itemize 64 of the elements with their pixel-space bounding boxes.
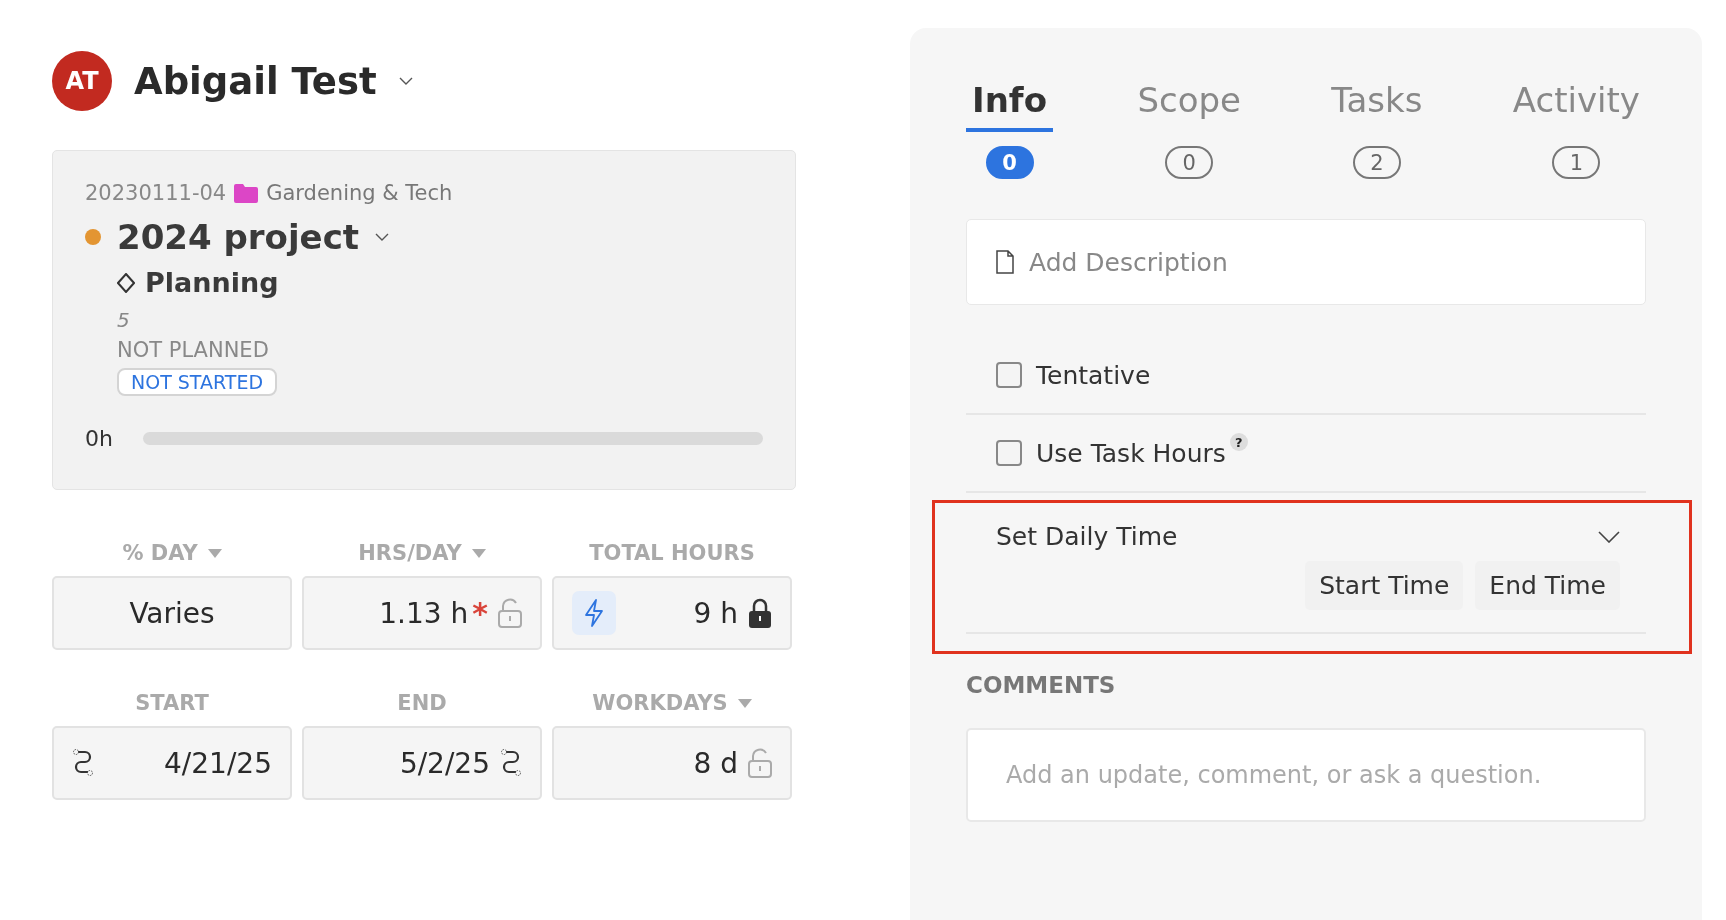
- field-value: 5/2/25: [398, 746, 490, 780]
- field-value: 4/21/25: [163, 746, 272, 780]
- comment-field[interactable]: Add an update, comment, or ask a question.: [966, 728, 1646, 822]
- value-field[interactable]: 1.13 h*: [302, 576, 542, 650]
- unlocked-padlock-icon[interactable]: [748, 748, 772, 778]
- link-icon[interactable]: [72, 748, 94, 778]
- daily-time-label[interactable]: Set Daily Time: [996, 522, 1178, 551]
- diamond-icon: [117, 272, 135, 293]
- count-badge: 2: [1352, 146, 1401, 179]
- required-asterisk: *: [472, 595, 488, 631]
- tab[interactable]: Info 0: [966, 80, 1053, 179]
- field-value: 9 h: [692, 596, 738, 630]
- status-badge: NOT STARTED: [117, 368, 278, 396]
- comments-heading: COMMENTS: [966, 672, 1117, 698]
- checkbox-label[interactable]: Use Task Hours: [1036, 438, 1226, 468]
- status-dot: [85, 229, 101, 245]
- phase-name: Planning: [145, 267, 279, 298]
- value-field[interactable]: 4/21/25: [52, 726, 292, 800]
- phase-number: 5: [117, 308, 131, 332]
- field-value: Varies: [128, 596, 216, 630]
- field-label: % DAY: [122, 541, 198, 565]
- tab[interactable]: Activity 1: [1506, 80, 1646, 179]
- value-field[interactable]: Varies: [52, 576, 292, 650]
- checkbox[interactable]: [996, 362, 1022, 388]
- checkbox-label[interactable]: Tentative: [1036, 360, 1151, 390]
- document-icon: [996, 250, 1014, 274]
- project-title[interactable]: 2024 project: [117, 217, 360, 257]
- checkbox[interactable]: [996, 440, 1022, 466]
- lightning-icon[interactable]: [572, 591, 616, 635]
- caret-icon: [375, 232, 390, 242]
- tab[interactable]: Tasks 2: [1325, 80, 1429, 179]
- locked-padlock-icon[interactable]: [748, 598, 772, 628]
- caret-icon: [398, 76, 413, 86]
- folder-name[interactable]: Gardening & Tech: [266, 181, 453, 205]
- unlocked-padlock-icon[interactable]: [498, 598, 522, 628]
- field-label: WORKDAYS: [592, 691, 728, 715]
- user-avatar: AT: [52, 51, 112, 111]
- help-icon[interactable]: ?: [1229, 433, 1248, 451]
- time-button[interactable]: End Time: [1475, 561, 1620, 610]
- value-field[interactable]: 5/2/25: [302, 726, 542, 800]
- folder-icon: [234, 183, 259, 203]
- count-badge: 0: [1165, 146, 1214, 179]
- description-field[interactable]: Add Description: [966, 219, 1646, 305]
- value-field[interactable]: 8 d: [552, 726, 792, 800]
- plan-status: NOT PLANNED: [117, 338, 270, 362]
- count-badge: 0: [985, 146, 1034, 179]
- chevron-down-icon[interactable]: [1598, 530, 1620, 543]
- value-field[interactable]: 9 h: [552, 576, 792, 650]
- user-name[interactable]: Abigail Test: [134, 59, 377, 103]
- dropdown-triangle-icon[interactable]: [207, 548, 222, 558]
- field-value: 1.13 h: [378, 596, 469, 630]
- field-label: END: [397, 691, 447, 715]
- link-icon[interactable]: [500, 748, 522, 778]
- field-label: START: [135, 691, 209, 715]
- project-code: 20230111-04: [85, 181, 227, 205]
- count-badge: 1: [1552, 146, 1601, 179]
- field-value: 8 d: [692, 746, 738, 780]
- hours-label: 0h: [85, 426, 113, 451]
- field-label: HRS/DAY: [358, 541, 462, 565]
- field-label: TOTAL HOURS: [589, 541, 755, 565]
- dropdown-triangle-icon[interactable]: [471, 548, 486, 558]
- dropdown-triangle-icon[interactable]: [737, 698, 752, 708]
- time-button[interactable]: Start Time: [1305, 561, 1464, 610]
- tab[interactable]: Scope 0: [1131, 80, 1247, 179]
